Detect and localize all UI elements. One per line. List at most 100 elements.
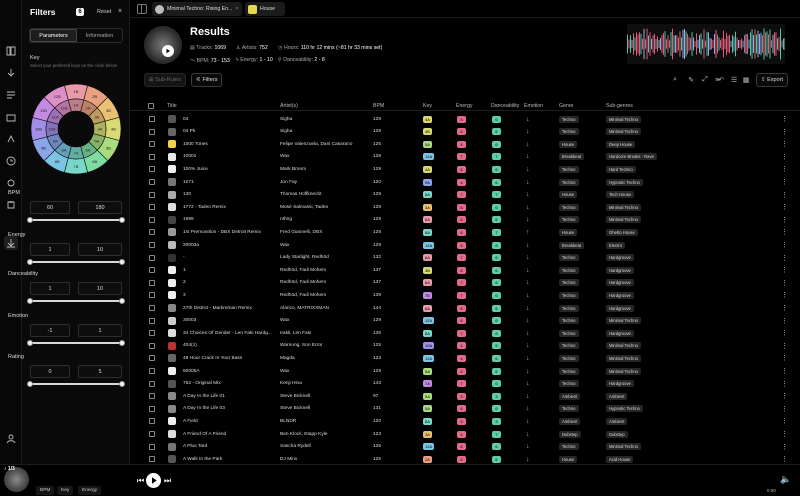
track-title[interactable]: 1 — [183, 264, 283, 276]
row-checkbox[interactable] — [149, 279, 155, 286]
track-title[interactable]: 1st Premonition - DBX Detroit Remix — [183, 226, 283, 238]
table-row[interactable]: 1st Premonition - DBX Detroit Remix Fred … — [130, 226, 800, 238]
genre-tag[interactable]: Techno — [559, 266, 579, 274]
row-checkbox[interactable] — [149, 355, 155, 362]
previous-icon[interactable]: ⏮ — [137, 476, 144, 486]
emotion-max-input[interactable]: 1 — [78, 324, 122, 337]
table-row[interactable]: A Plus Tard Sascha Rydell 126 12A 6 6 ↓ Techno M… — [130, 441, 800, 453]
track-title[interactable]: 48 Hour Crack In Your Bass — [183, 352, 283, 364]
track-title[interactable]: A Friend Of A Friend — [183, 428, 283, 440]
subgenre-tag[interactable]: Minimal Techno — [606, 342, 642, 350]
table-row[interactable]: 48 Hour Crack In Your Bass Magda 123 12A 4 6 ↓… — [130, 352, 800, 364]
genre-tag[interactable]: Dubstep — [559, 430, 581, 438]
track-artist[interactable]: Redhōd, Fadi Mohem — [280, 277, 368, 289]
track-title[interactable]: 130 — [183, 189, 283, 201]
track-title[interactable]: 1000 Tones — [183, 138, 283, 150]
danceability-min-handle[interactable] — [27, 297, 33, 304]
bpm-max-input[interactable]: 180 — [78, 201, 122, 214]
row-checkbox[interactable] — [149, 204, 155, 211]
row-more-icon[interactable]: ⋮ — [781, 163, 788, 175]
row-more-icon[interactable]: ⋮ — [781, 315, 788, 327]
row-more-icon[interactable]: ⋮ — [781, 403, 788, 415]
subgenre-tag[interactable]: Minimal Techno — [606, 443, 642, 451]
track-artist[interactable]: nthng — [280, 214, 368, 226]
graph-icon[interactable] — [4, 132, 18, 146]
danceability-max-handle[interactable] — [119, 297, 125, 304]
row-more-icon[interactable]: ⋮ — [781, 390, 788, 402]
track-artist[interactable]: BLNDR — [280, 415, 368, 427]
track-artist[interactable]: Wax — [280, 365, 368, 377]
crate-icon[interactable] — [4, 110, 18, 124]
row-more-icon[interactable]: ⋮ — [781, 189, 788, 201]
emotion-range-slider[interactable] — [27, 339, 125, 346]
sidebar-toggle-icon[interactable] — [137, 4, 147, 14]
row-checkbox[interactable] — [149, 305, 155, 311]
next-icon[interactable]: ⏭ — [164, 476, 171, 486]
genre-tag[interactable]: House — [559, 455, 578, 463]
energy-max-handle[interactable] — [119, 258, 125, 265]
track-title[interactable]: 752 - Original Mix — [183, 378, 283, 390]
track-title[interactable]: 04 — [183, 113, 283, 125]
table-row[interactable]: 04 Pk Sigha 128 4B 6 6 ↓ Techno Minimal Techno ⋮ — [130, 126, 800, 138]
track-title[interactable]: 1271 — [183, 176, 283, 188]
table-row[interactable]: 752 - Original Mix Kenji Hina 143 7A 7 6 ↓ Tech… — [130, 378, 800, 390]
subgenre-tag[interactable]: Acid House — [606, 455, 634, 463]
subgenre-tag[interactable]: Electro — [606, 241, 626, 249]
subgenre-tag[interactable]: Hardgroove — [606, 279, 634, 287]
search-icon[interactable]: ⌕ — [670, 75, 680, 85]
table-row[interactable]: 34 Choices Of Gender - Len Faki Hardg...… — [130, 327, 800, 339]
track-title[interactable]: A Day In the Life 03 — [183, 403, 283, 415]
table-row[interactable]: - Lady Starlight, Redhōd 132 6A 7 6 ↓ Techno Har… — [130, 252, 800, 264]
row-more-icon[interactable]: ⋮ — [781, 226, 788, 238]
track-title[interactable]: - — [183, 252, 283, 264]
genre-tag[interactable]: Techno — [559, 367, 579, 375]
track-artist[interactable]: Sascha Rydell — [280, 441, 368, 453]
row-checkbox[interactable] — [149, 292, 155, 299]
table-row[interactable]: 1000 Tones Felipe Valenzuela, Dani Casara… — [130, 138, 800, 150]
danceability-range-slider[interactable] — [27, 297, 125, 304]
row-checkbox[interactable] — [149, 179, 155, 185]
row-more-icon[interactable]: ⋮ — [781, 289, 788, 301]
export-button[interactable]: ⇪ Export — [756, 73, 789, 87]
bpm-min-input[interactable]: 60 — [30, 201, 70, 214]
subgenre-tag[interactable]: Minimal Techno — [606, 354, 642, 362]
row-more-icon[interactable]: ⋮ — [781, 151, 788, 163]
row-checkbox[interactable] — [149, 456, 155, 463]
genre-tag[interactable]: Techno — [559, 216, 579, 224]
table-row[interactable]: A Friend Of A Friend Ben Klock, Etapp Kyl… — [130, 428, 800, 440]
subgenre-tag[interactable]: Minimal Techno — [606, 367, 642, 375]
track-artist[interactable]: Sigha — [280, 113, 368, 125]
genre-tag[interactable]: Techno — [559, 304, 579, 312]
col-title[interactable]: Title — [167, 103, 177, 109]
track-title[interactable]: A Plus Tard — [183, 441, 283, 453]
row-checkbox[interactable] — [149, 141, 155, 148]
rating-max-handle[interactable] — [119, 380, 125, 387]
row-checkbox[interactable] — [149, 380, 155, 387]
row-more-icon[interactable]: ⋮ — [781, 252, 788, 264]
subgenre-tag[interactable]: Ambient — [606, 417, 628, 425]
track-artist[interactable]: Fred Giannelli, DBX — [280, 226, 368, 238]
history-icon[interactable] — [4, 154, 18, 168]
reset-button[interactable]: Reset — [97, 9, 111, 15]
genre-tag[interactable]: Techno — [559, 165, 579, 173]
track-title[interactable]: 10001 — [183, 151, 283, 163]
subgenre-tag[interactable]: Hardgroove — [606, 380, 634, 388]
track-artist[interactable]: Wax — [280, 315, 368, 327]
subgenre-tag[interactable]: Hardgroove — [606, 291, 634, 299]
genre-tag[interactable]: Techno — [559, 279, 579, 287]
row-more-icon[interactable]: ⋮ — [781, 126, 788, 138]
bpm-max-handle[interactable] — [119, 216, 125, 223]
subgenre-tag[interactable]: Minimal Techno — [606, 115, 642, 123]
energy-min-input[interactable]: 1 — [30, 243, 70, 256]
bpm-range-slider[interactable] — [27, 216, 125, 223]
settings-icon[interactable] — [4, 176, 18, 190]
track-artist[interactable]: Sigha — [280, 126, 368, 138]
track-title[interactable]: 100% Juice — [183, 163, 283, 175]
rating-range-slider[interactable] — [27, 380, 125, 387]
col-energy[interactable]: Energy — [456, 103, 472, 109]
row-more-icon[interactable]: ⋮ — [781, 365, 788, 377]
col-key[interactable]: Key — [423, 103, 432, 109]
play-button[interactable] — [146, 473, 161, 488]
download-icon[interactable] — [4, 236, 18, 250]
select-all-checkbox[interactable] — [148, 103, 154, 109]
